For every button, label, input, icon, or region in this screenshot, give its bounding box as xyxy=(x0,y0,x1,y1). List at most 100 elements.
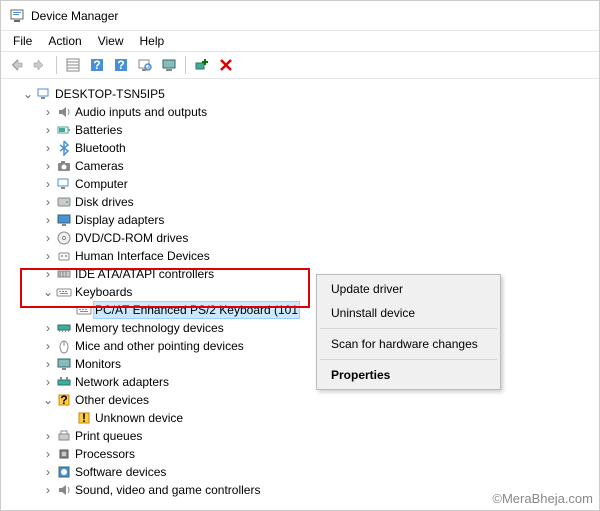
chevron-right-icon[interactable]: › xyxy=(41,445,55,463)
tree-category[interactable]: › Software devices xyxy=(5,463,595,481)
chevron-right-icon[interactable]: › xyxy=(41,481,55,499)
context-menu-item[interactable]: Update driver xyxy=(319,277,498,301)
monitor-icon xyxy=(55,356,73,372)
context-menu-item[interactable]: Scan for hardware changes xyxy=(319,332,498,356)
tree-device[interactable]: PC/AT Enhanced PS/2 Keyboard (101 xyxy=(5,301,595,319)
sound-icon xyxy=(55,482,73,498)
category-label: Keyboards xyxy=(73,283,134,301)
chevron-right-icon[interactable]: › xyxy=(41,337,55,355)
chevron-right-icon[interactable]: › xyxy=(41,247,55,265)
context-menu-item[interactable]: Properties xyxy=(319,363,498,387)
chevron-right-icon[interactable]: › xyxy=(41,121,55,139)
tree-root[interactable]: ⌄ DESKTOP-TSN5IP5 xyxy=(5,85,595,103)
svg-text:?: ? xyxy=(117,58,124,72)
tree-category[interactable]: › Monitors xyxy=(5,355,595,373)
tree-category[interactable]: ›IDE ATA/ATAPI controllers xyxy=(5,265,595,283)
tree-category[interactable]: › Computer xyxy=(5,175,595,193)
tree-category[interactable]: › DVD/CD-ROM drives xyxy=(5,229,595,247)
tree-category[interactable]: › Cameras xyxy=(5,157,595,175)
chevron-right-icon[interactable]: › xyxy=(41,175,55,193)
category-label: Batteries xyxy=(73,121,124,139)
menu-action[interactable]: Action xyxy=(40,32,89,50)
other-icon: ? xyxy=(55,392,73,408)
tree-category[interactable]: ⌄ Keyboards xyxy=(5,283,595,301)
printqueue-icon xyxy=(55,428,73,444)
chevron-right-icon[interactable]: › xyxy=(41,103,55,121)
keyboard-icon xyxy=(55,284,73,300)
add-device-button[interactable] xyxy=(191,54,213,76)
menu-view[interactable]: View xyxy=(90,32,132,50)
tree-category[interactable]: ›Disk drives xyxy=(5,193,595,211)
tree-category[interactable]: › Batteries xyxy=(5,121,595,139)
ide-icon xyxy=(55,266,73,282)
camera-icon xyxy=(55,158,73,174)
monitor-button[interactable] xyxy=(158,54,180,76)
svg-text:?: ? xyxy=(93,58,100,72)
chevron-right-icon[interactable]: › xyxy=(41,139,55,157)
category-label: Cameras xyxy=(73,157,126,175)
tree-category[interactable]: › Mice and other pointing devices xyxy=(5,337,595,355)
chevron-right-icon[interactable]: › xyxy=(41,193,55,211)
category-label: Print queues xyxy=(73,427,144,445)
forward-button[interactable] xyxy=(29,54,51,76)
chevron-right-icon[interactable]: › xyxy=(41,265,55,283)
chevron-right-icon[interactable]: › xyxy=(41,355,55,373)
dvd-icon xyxy=(55,230,73,246)
chevron-right-icon[interactable]: › xyxy=(41,157,55,175)
computer-icon xyxy=(55,176,73,192)
context-menu-item[interactable]: Uninstall device xyxy=(319,301,498,325)
computer-icon xyxy=(35,86,53,102)
menu-help[interactable]: Help xyxy=(132,32,173,50)
category-label: Human Interface Devices xyxy=(73,247,212,265)
category-label: Sound, video and game controllers xyxy=(73,481,262,499)
tree-device[interactable]: !Unknown device xyxy=(5,409,595,427)
toolbar: ? ? xyxy=(1,51,599,79)
context-menu-separator xyxy=(320,328,497,329)
display-icon xyxy=(55,212,73,228)
tree-root-label: DESKTOP-TSN5IP5 xyxy=(53,85,167,103)
tree-category[interactable]: ›Audio inputs and outputs xyxy=(5,103,595,121)
help-button-2[interactable]: ? xyxy=(110,54,132,76)
chevron-right-icon[interactable]: › xyxy=(41,373,55,391)
category-label: Bluetooth xyxy=(73,139,128,157)
category-label: Mice and other pointing devices xyxy=(73,337,246,355)
category-label: Monitors xyxy=(73,355,123,373)
device-label: Unknown device xyxy=(93,409,185,427)
back-button[interactable] xyxy=(5,54,27,76)
chevron-right-icon[interactable]: › xyxy=(41,427,55,445)
chevron-right-icon[interactable]: › xyxy=(41,211,55,229)
chevron-right-icon[interactable]: › xyxy=(41,463,55,481)
toolbar-separator xyxy=(56,56,57,74)
chevron-down-icon[interactable]: ⌄ xyxy=(21,85,35,103)
toolbar-separator xyxy=(185,56,186,74)
context-menu: Update driverUninstall device Scan for ha… xyxy=(316,274,501,390)
scan-button[interactable] xyxy=(134,54,156,76)
chevron-right-icon[interactable]: › xyxy=(41,319,55,337)
network-icon xyxy=(55,374,73,390)
tree-category[interactable]: ›Processors xyxy=(5,445,595,463)
menubar: File Action View Help xyxy=(1,31,599,51)
software-icon xyxy=(55,464,73,480)
chevron-down-icon[interactable]: ⌄ xyxy=(41,283,55,301)
tree-category[interactable]: ⌄?Other devices xyxy=(5,391,595,409)
category-label: Other devices xyxy=(73,391,151,409)
tree-category[interactable]: › Network adapters xyxy=(5,373,595,391)
show-button[interactable] xyxy=(62,54,84,76)
tree-category[interactable]: › Display adapters xyxy=(5,211,595,229)
tree-category[interactable]: › Bluetooth xyxy=(5,139,595,157)
category-label: DVD/CD-ROM drives xyxy=(73,229,190,247)
chevron-right-icon[interactable]: › xyxy=(41,229,55,247)
category-label: Display adapters xyxy=(73,211,166,229)
tree-category[interactable]: ›Memory technology devices xyxy=(5,319,595,337)
category-label: Computer xyxy=(73,175,130,193)
menu-file[interactable]: File xyxy=(5,32,40,50)
category-label: Network adapters xyxy=(73,373,171,391)
tree-category[interactable]: › Print queues xyxy=(5,427,595,445)
device-tree: ⌄ DESKTOP-TSN5IP5 ›Audio inputs and outp… xyxy=(1,79,599,505)
context-menu-separator xyxy=(320,359,497,360)
tree-category[interactable]: › Human Interface Devices xyxy=(5,247,595,265)
chevron-down-icon[interactable]: ⌄ xyxy=(41,391,55,409)
category-label: Software devices xyxy=(73,463,168,481)
help-button-1[interactable]: ? xyxy=(86,54,108,76)
remove-device-button[interactable] xyxy=(215,54,237,76)
